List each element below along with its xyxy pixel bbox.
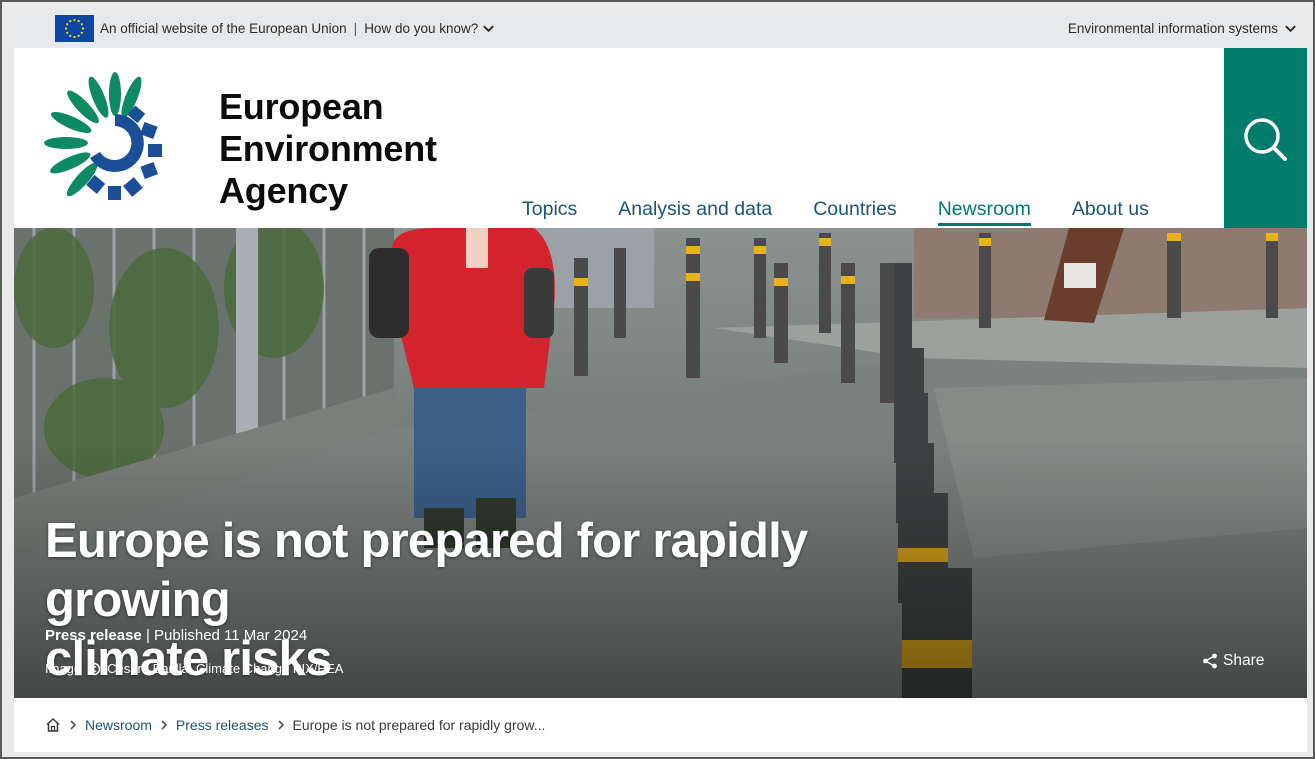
chevron-down-icon [1285,25,1296,33]
site-header: European Environment Agency Topics Analy… [14,48,1307,228]
eea-logo-icon[interactable] [44,72,186,214]
eu-official-toggle[interactable]: An official website of the European Unio… [100,21,495,36]
eu-bar-separator: | [353,21,358,36]
logo-line-3: Agency [219,170,348,211]
chevron-right-icon [269,719,293,731]
nav-item-topics[interactable]: Topics [522,198,577,226]
nav-item-about-us[interactable]: About us [1072,198,1149,226]
page: An official website of the European Unio… [14,11,1307,752]
credit-text: Cesare Barillà, Climate Change PIX/EEA [107,661,344,676]
share-icon [1203,653,1217,669]
site-logo-text[interactable]: European Environment Agency [219,86,437,212]
home-icon[interactable] [45,717,61,733]
search-icon [1244,118,1287,161]
eu-official-text: An official website of the European Unio… [100,21,347,36]
logo-line-2: Environment [219,128,437,169]
chevron-down-icon [483,25,495,33]
breadcrumb-newsroom[interactable]: Newsroom [85,717,152,733]
meta-separator: | [145,627,155,644]
article-meta: Press release | Published 11 Mar 2024 [45,627,307,644]
image-credit: Image Cesare Barillà, Climate Change PIX… [45,661,343,676]
nav-item-analysis-and-data[interactable]: Analysis and data [618,198,772,226]
search-button[interactable] [1224,48,1307,228]
page-title-line-1: Europe is not prepared for rapidly growi… [45,514,808,627]
eu-how-text: How do you know? [364,21,479,36]
eu-flag-icon [55,15,94,42]
share-button[interactable]: Share [1202,652,1264,670]
chevron-right-icon [61,719,85,731]
env-systems-dropdown[interactable]: Environmental information systems [1068,21,1297,36]
article-type: Press release [45,627,142,644]
env-systems-label: Environmental information systems [1067,21,1278,36]
published-date: Published 11 Mar 2024 [154,627,308,644]
nav-item-newsroom[interactable]: Newsroom [937,198,1031,226]
chevron-right-icon [152,719,176,731]
hero-banner: Europe is not prepared for rapidly growi… [14,228,1307,698]
eu-bar: An official website of the European Unio… [14,11,1307,48]
breadcrumb: Newsroom Press releases Europe is not pr… [45,717,545,733]
breadcrumb-current: Europe is not prepared for rapidly grow.… [292,717,546,733]
credit-label: Image [45,661,82,676]
copyright-icon [87,662,101,675]
nav-item-countries[interactable]: Countries [813,198,896,226]
breadcrumb-press-releases[interactable]: Press releases [176,717,269,733]
window-frame: An official website of the European Unio… [0,0,1315,759]
main-nav: Topics Analysis and data Countries Newsr… [522,198,1190,226]
logo-line-1: European [219,86,384,127]
share-label: Share [1223,652,1265,669]
